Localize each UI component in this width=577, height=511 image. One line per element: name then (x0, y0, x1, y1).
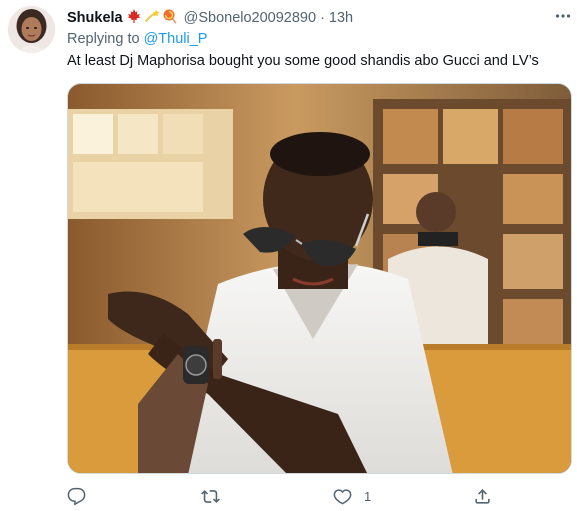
replying-to-link[interactable]: @Thuli_P (144, 31, 208, 47)
like-count: 1 (364, 488, 372, 504)
tweet-photo[interactable] (67, 83, 572, 474)
author-name[interactable]: Shukela (67, 10, 123, 26)
reply-bubble-icon (67, 487, 86, 506)
separator-dot: · (320, 10, 325, 26)
share-icon (473, 487, 492, 506)
replying-prefix: Replying to (67, 31, 140, 47)
more-dots-icon[interactable] (551, 6, 575, 26)
share-button[interactable] (473, 487, 492, 506)
replying-to-line: Replying to @Thuli_P (67, 31, 207, 47)
tweet-text: At least Dj Maphorisa bought you some go… (67, 53, 539, 69)
name-emojis (126, 8, 178, 28)
retweet-icon (201, 487, 220, 506)
retweet-button[interactable] (201, 487, 220, 506)
tweet-time[interactable]: 13h (329, 10, 353, 26)
avatar[interactable] (8, 6, 55, 53)
heart-icon (333, 487, 352, 506)
lollipop-icon (162, 8, 178, 28)
maple-leaf-icon (126, 8, 142, 28)
dizzy-star-icon (144, 8, 160, 28)
reply-button[interactable] (67, 487, 86, 506)
tweet-card[interactable]: Shukela @Sbonelo20092890 · 13h Replying … (0, 0, 577, 511)
tweet-header: Shukela @Sbonelo20092890 · 13h (67, 8, 565, 28)
like-button[interactable]: 1 (333, 487, 371, 506)
tweet-actions: 1 (67, 483, 497, 509)
author-handle[interactable]: @Sbonelo20092890 (184, 10, 316, 26)
